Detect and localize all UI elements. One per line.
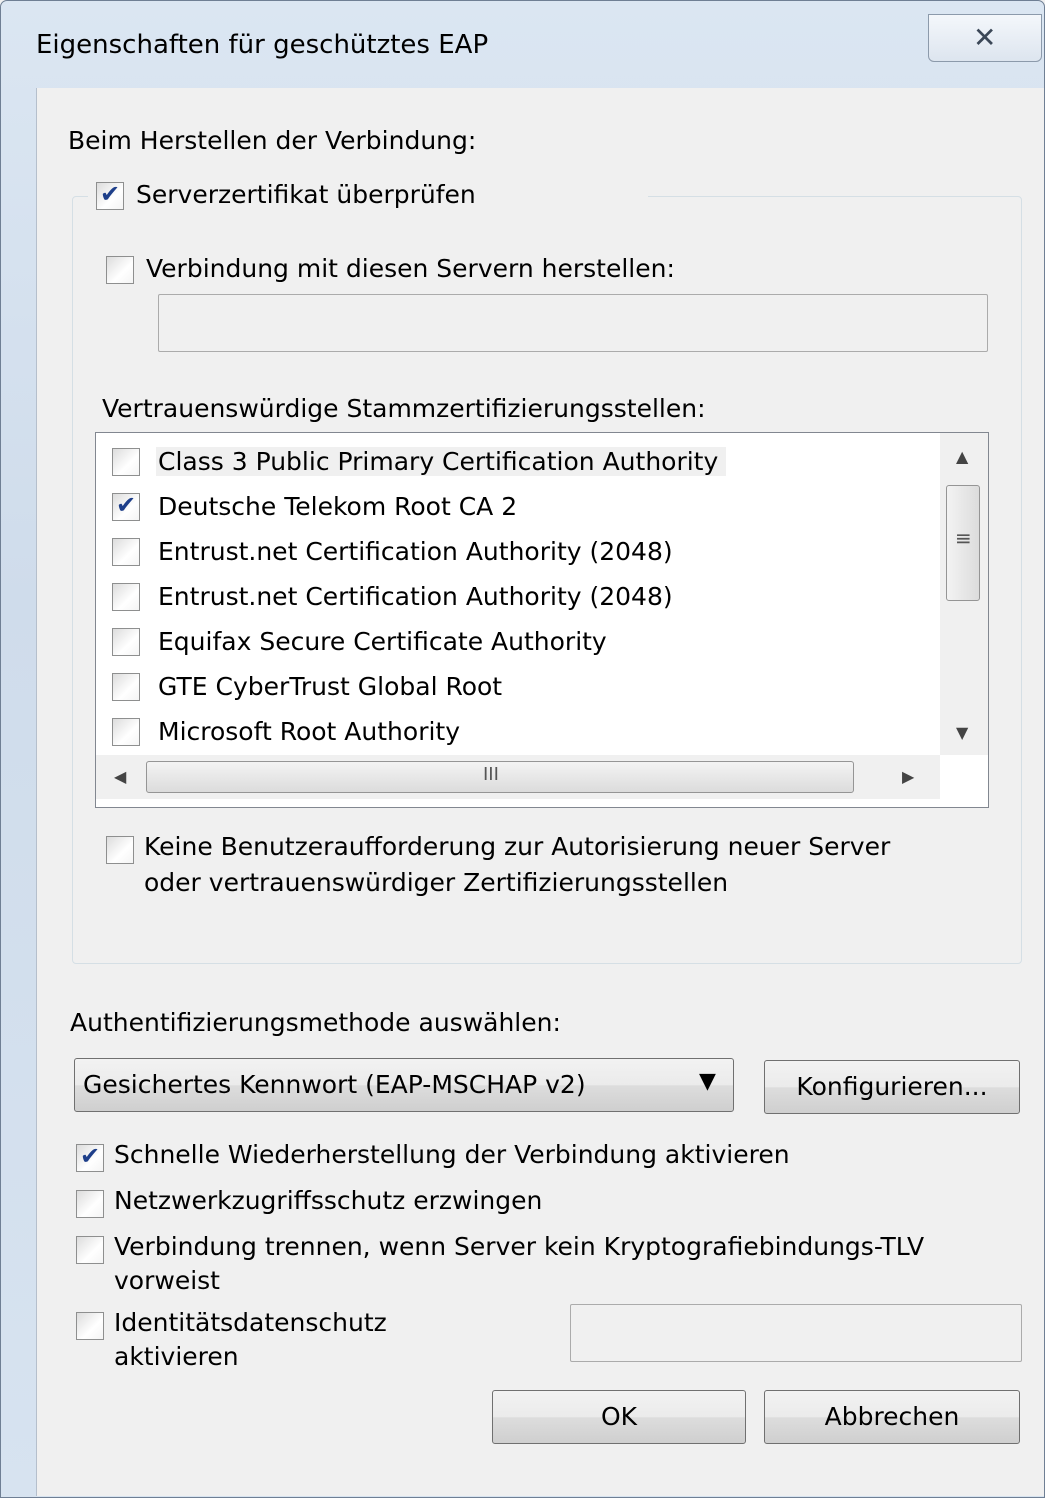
ca-label: Entrust.net Certification Authority (204… [158,582,673,611]
ca-label: Entrust.net Certification Authority (204… [158,537,673,566]
list-item[interactable]: Entrust.net Certification Authority (204… [108,531,928,573]
ca-label: GTE CyberTrust Global Root [158,672,503,701]
nap-label: Netzwerkzugriffsschutz erzwingen [114,1186,543,1215]
connect-label: Beim Herstellen der Verbindung: [68,126,477,155]
ca-checkbox[interactable] [112,628,140,656]
check-icon: ✔ [100,180,121,208]
list-item[interactable]: Microsoft Root Authority [108,711,928,753]
connect-servers-checkbox[interactable] [106,256,134,284]
chevron-down-icon: ▼ [699,1069,716,1094]
servers-input[interactable] [158,294,988,352]
vertical-scroll-thumb[interactable]: ≡ [946,485,980,601]
grip-icon: ≡ [955,526,972,550]
verify-cert-checkbox[interactable]: ✔ [96,180,124,210]
ca-checkbox[interactable] [112,583,140,611]
nap-checkbox[interactable] [76,1190,104,1218]
no-prompt-label-line2: oder vertrauenswürdiger Zertifizierungss… [144,868,729,897]
check-icon: ✔ [116,491,137,519]
fast-reconnect-checkbox[interactable]: ✔ [76,1142,104,1172]
no-prompt-checkbox[interactable] [106,836,134,864]
list-item[interactable]: Entrust.net Certification Authority (204… [108,576,928,618]
scroll-up-icon[interactable]: ▲ [956,447,968,466]
ca-checkbox[interactable] [112,718,140,746]
scroll-left-icon[interactable]: ◀ [114,767,126,786]
verify-cert-row[interactable]: ✔ Serverzertifikat überprüfen [88,176,648,216]
list-item[interactable]: Class 3 Public Primary Certification Aut… [108,441,928,483]
trusted-ca-list[interactable]: Class 3 Public Primary Certification Aut… [95,432,989,808]
auth-method-value: Gesichertes Kennwort (EAP-MSCHAP v2) [83,1070,586,1099]
disconnect-tlv-label-line2: vorweist [114,1266,220,1295]
list-item[interactable]: ✔ Deutsche Telekom Root CA 2 [108,486,928,528]
ca-checkbox[interactable] [112,448,140,476]
identity-privacy-label-line1: Identitätsdatenschutz [114,1308,387,1337]
close-button[interactable]: ✕ [928,14,1042,62]
list-item[interactable]: GTE CyberTrust Global Root [108,666,928,708]
ca-label: Microsoft Root Authority [158,717,461,746]
vertical-scrollbar[interactable]: ▲ ≡ ▼ [940,433,988,755]
close-icon: ✕ [973,21,997,54]
ca-checkbox[interactable] [112,673,140,701]
scroll-down-icon[interactable]: ▼ [956,723,968,742]
horizontal-scroll-thumb[interactable]: III [146,761,854,793]
auth-method-label: Authentifizierungsmethode auswählen: [70,1008,561,1037]
cancel-button[interactable]: Abbrechen [764,1390,1020,1444]
disconnect-tlv-checkbox[interactable] [76,1236,104,1264]
ca-label: Equifax Secure Certificate Authority [158,627,607,656]
identity-privacy-label-line2: aktivieren [114,1342,239,1371]
identity-input[interactable] [570,1304,1022,1362]
configure-button[interactable]: Konfigurieren... [764,1060,1020,1114]
grip-icon: III [483,764,499,785]
no-prompt-label-line1: Keine Benutzeraufforderung zur Autorisie… [144,832,891,861]
auth-method-select[interactable]: Gesichertes Kennwort (EAP-MSCHAP v2) ▼ [74,1058,734,1112]
title-bar[interactable]: Eigenschaften für geschütztes EAP ✕ [0,0,1043,90]
ca-checkbox[interactable] [112,538,140,566]
verify-cert-label: Serverzertifikat überprüfen [136,180,476,209]
ok-button[interactable]: OK [492,1390,746,1444]
horizontal-scrollbar[interactable]: ◀ III ▶ [96,755,940,799]
list-item[interactable]: Equifax Secure Certificate Authority [108,621,928,663]
check-icon: ✔ [80,1142,101,1170]
identity-privacy-checkbox[interactable] [76,1312,104,1340]
connect-servers-label: Verbindung mit diesen Servern herstellen… [146,254,675,283]
ca-label: Class 3 Public Primary Certification Aut… [156,447,727,476]
scroll-right-icon[interactable]: ▶ [902,767,914,786]
fast-reconnect-label: Schnelle Wiederherstellung der Verbindun… [114,1140,790,1169]
trusted-ca-label: Vertrauenswürdige Stammzertifizierungsst… [102,394,706,423]
ca-checkbox[interactable]: ✔ [112,491,140,521]
ca-label: Deutsche Telekom Root CA 2 [158,492,518,521]
window-title: Eigenschaften für geschütztes EAP [36,30,489,60]
disconnect-tlv-label-line1: Verbindung trennen, wenn Server kein Kry… [114,1232,925,1261]
